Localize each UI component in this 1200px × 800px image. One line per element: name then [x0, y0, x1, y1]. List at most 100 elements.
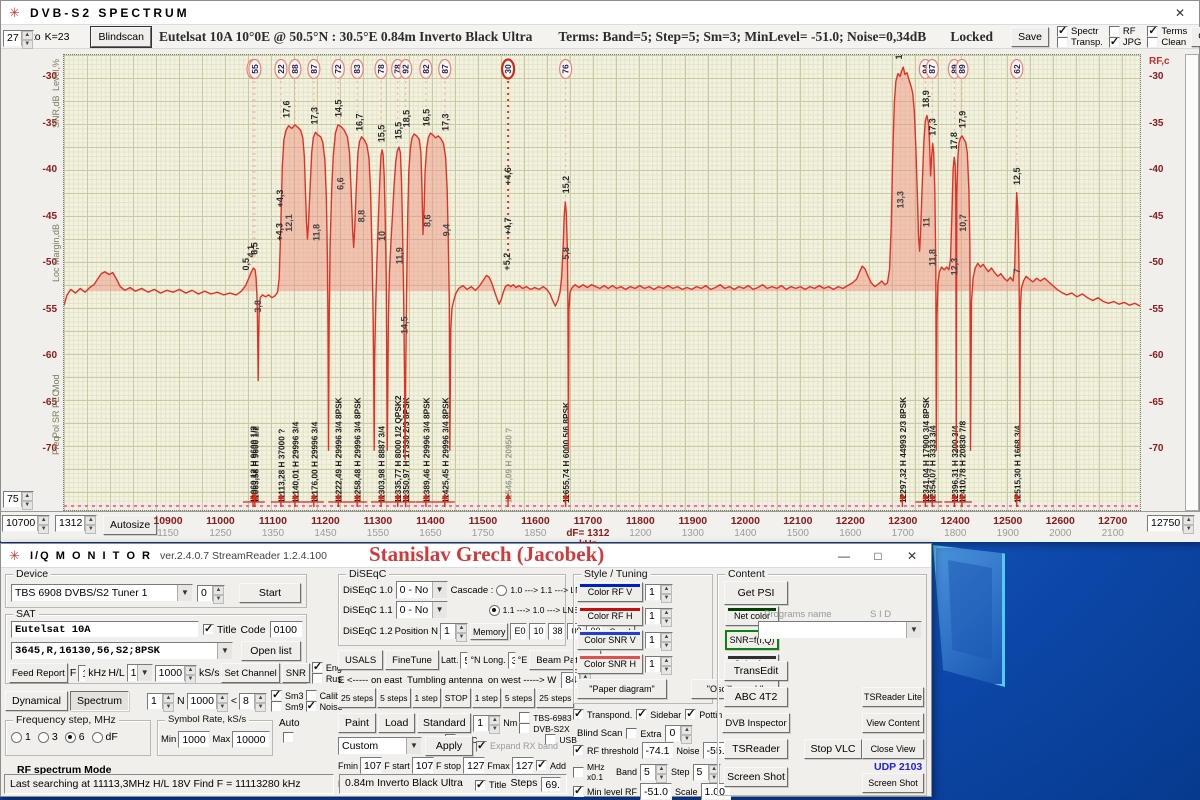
memory-byte-1[interactable]: E0 [510, 623, 527, 640]
save-button[interactable]: Save [1011, 27, 1049, 47]
close-view-button[interactable]: Close View [862, 739, 924, 759]
tsreader-button[interactable]: TSReader [724, 739, 788, 759]
memory-byte-2[interactable]: 10 [529, 623, 546, 640]
snr-h-spinner[interactable]: 1▲▼ [645, 656, 673, 673]
programs-select[interactable]: ▼ [758, 621, 922, 639]
rf-v-spinner[interactable]: 1▲▼ [645, 584, 673, 601]
feed-report-button[interactable]: Feed Report [9, 663, 68, 683]
view-content-button[interactable]: View Content [862, 713, 924, 733]
sm9-checkbox[interactable]: Sm9 [271, 701, 304, 712]
iq-close-icon[interactable]: ✕ [895, 544, 929, 568]
minimize-icon[interactable]: — [827, 544, 861, 568]
chevron-down-icon[interactable]: ▼ [217, 643, 232, 659]
longitude-field[interactable]: 30.5 [508, 652, 516, 669]
color-rf-v-button[interactable]: Color RF V [577, 582, 643, 602]
stepdf-radio[interactable]: dF [92, 731, 118, 743]
tuner-select[interactable]: TBS 6908 DVBS/S2 Tuner 1▼ [11, 584, 193, 602]
close-icon[interactable]: ✕ [1163, 1, 1197, 25]
add-checkbox[interactable]: Add [536, 760, 566, 771]
maximize-icon[interactable]: □ [861, 544, 895, 568]
memory-button[interactable]: Memory [470, 623, 509, 640]
rf-threshold-field[interactable]: -74.1 [642, 742, 674, 759]
latitude-field[interactable]: 50.5 [460, 652, 468, 669]
tuner-index-spinner[interactable]: 0▲▼ [197, 585, 225, 602]
steps-25-west-button[interactable]: 25 steps [536, 688, 574, 708]
stop-vlc-button[interactable]: Stop VLC [804, 739, 862, 759]
symbolrate-spinner[interactable]: 1000▲▼ [155, 665, 197, 682]
color-snr-h-button[interactable]: Color SNR H [577, 654, 643, 674]
memory-byte-3[interactable]: 38 [548, 623, 565, 640]
abc-4t2-button[interactable]: ABC 4T2 [724, 687, 788, 707]
set-channel-button[interactable]: Set Channel [221, 663, 279, 683]
step1-radio[interactable]: 1 [11, 731, 31, 743]
spectrum-button[interactable]: Spectrum [70, 691, 129, 711]
auto-sr-checkbox[interactable] [283, 732, 294, 743]
dvb-inspector-button[interactable]: DVB Inspector [722, 713, 790, 733]
band-spinner[interactable]: 5▲▼ [640, 764, 668, 781]
n1-spinner[interactable]: 1▲▼ [147, 693, 175, 710]
nm-spinner[interactable]: 1▲▼ [473, 715, 501, 732]
load-button[interactable]: Load [378, 713, 415, 733]
band-preset-select[interactable]: Custom▼ [338, 737, 422, 755]
steps-1-west-button[interactable]: 1 step [472, 688, 501, 708]
paint-button[interactable]: Paint [338, 713, 376, 733]
jpg-checkbox[interactable]: JPG [1109, 37, 1141, 48]
satellite-name-field[interactable]: Eutelsat 10A [11, 621, 199, 638]
lnb-title-checkbox[interactable]: Title [475, 777, 507, 793]
position-spinner[interactable]: 1▲▼ [440, 623, 468, 640]
rf-h-spinner[interactable]: 1▲▼ [645, 608, 673, 625]
fstart-spinner[interactable]: 10700▲▼ [2, 515, 50, 532]
dvbs2x-checkbox[interactable]: DVB-S2X [519, 723, 571, 734]
open-list-button[interactable]: Open list [241, 641, 301, 661]
screenshot-left-button[interactable]: Screen Shot [724, 767, 788, 787]
steps-field[interactable]: 69.0 [541, 777, 561, 792]
level-top-spinner[interactable]: 27▲▼ [3, 30, 34, 47]
snr-v-spinner[interactable]: 1▲▼ [645, 632, 673, 649]
expand-rx-checkbox[interactable]: Expand RX band [476, 741, 558, 752]
get-psi-button[interactable]: Get PSI [724, 581, 788, 605]
rf-threshold-checkbox[interactable]: RF threshold [573, 745, 639, 756]
diseqc10-select[interactable]: 0 - No▼ [396, 581, 448, 599]
tbs6983-checkbox[interactable]: TBS-6983 [519, 712, 571, 723]
df-spinner[interactable]: 1312▲▼ [55, 515, 97, 532]
n3-spinner[interactable]: 8▲▼ [239, 693, 267, 710]
spectrum-titlebar[interactable]: ✳ DVB-S2 SPECTRUM ✕ [1, 1, 1199, 25]
code-field[interactable]: 0100 [270, 621, 303, 638]
screenshot-right-button[interactable]: Screen Shot [862, 773, 924, 793]
frequency-field[interactable]: 11113280 [78, 665, 86, 682]
step6-radio[interactable]: 6 [65, 731, 85, 743]
snr-button[interactable]: SNR [282, 663, 310, 683]
step3-radio[interactable]: 3 [38, 731, 58, 743]
transpond-checkbox[interactable]: Transpond. [573, 709, 632, 720]
clean-checkbox[interactable]: Clean [1147, 37, 1187, 48]
paper-diagram-button[interactable]: "Paper diagram" [577, 679, 667, 699]
udp-link[interactable]: UDP 2103 [874, 761, 922, 773]
sidebar-checkbox[interactable]: Sidebar [636, 709, 681, 720]
stop-button[interactable]: STOP [442, 688, 471, 708]
hl-select[interactable]: 1▼ [127, 664, 153, 682]
sr-min-field[interactable]: 1000 [178, 731, 210, 748]
transponder-select[interactable]: 3645,R,16130,56,S2;8PSK▼ [11, 642, 233, 660]
apply-button[interactable]: Apply [425, 736, 473, 756]
usals-button[interactable]: USALS [338, 650, 383, 670]
steps-25-east-button[interactable]: 25 steps [338, 688, 376, 708]
steps-1-east-button[interactable]: 1 step [412, 688, 441, 708]
min-level-field[interactable]: -51.0 [640, 783, 672, 800]
sm3-checkbox[interactable]: Sm3 [271, 690, 304, 701]
spectrum-plot[interactable]: 5711060,12 H 9600 1/25511063,58 H 9600 1… [63, 54, 1141, 511]
chevron-down-icon[interactable]: ▼ [177, 585, 192, 601]
spectr-checkbox[interactable]: Spectr [1057, 26, 1103, 37]
tsreader-lite-button[interactable]: TSReader Lite [862, 687, 924, 707]
extra-spinner[interactable]: 0▲▼ [665, 725, 693, 742]
transedit-button[interactable]: TransEdit [724, 661, 788, 681]
transp-checkbox[interactable]: Transp. [1057, 37, 1103, 48]
extra-checkbox[interactable]: Extra [626, 728, 661, 739]
fstop-field[interactable]: 12750 [463, 757, 485, 774]
n2-spinner[interactable]: 1000▲▼ [187, 693, 229, 710]
color-snr-v-button[interactable]: Color SNR V [577, 630, 643, 650]
terms-checkbox[interactable]: Terms [1147, 26, 1187, 37]
standard-button[interactable]: Standard [417, 713, 471, 733]
steps-5-west-button[interactable]: 5 steps [502, 688, 535, 708]
dynamical-button[interactable]: Dynamical [5, 691, 68, 711]
blindscan-button[interactable]: Blindscan [91, 27, 151, 47]
